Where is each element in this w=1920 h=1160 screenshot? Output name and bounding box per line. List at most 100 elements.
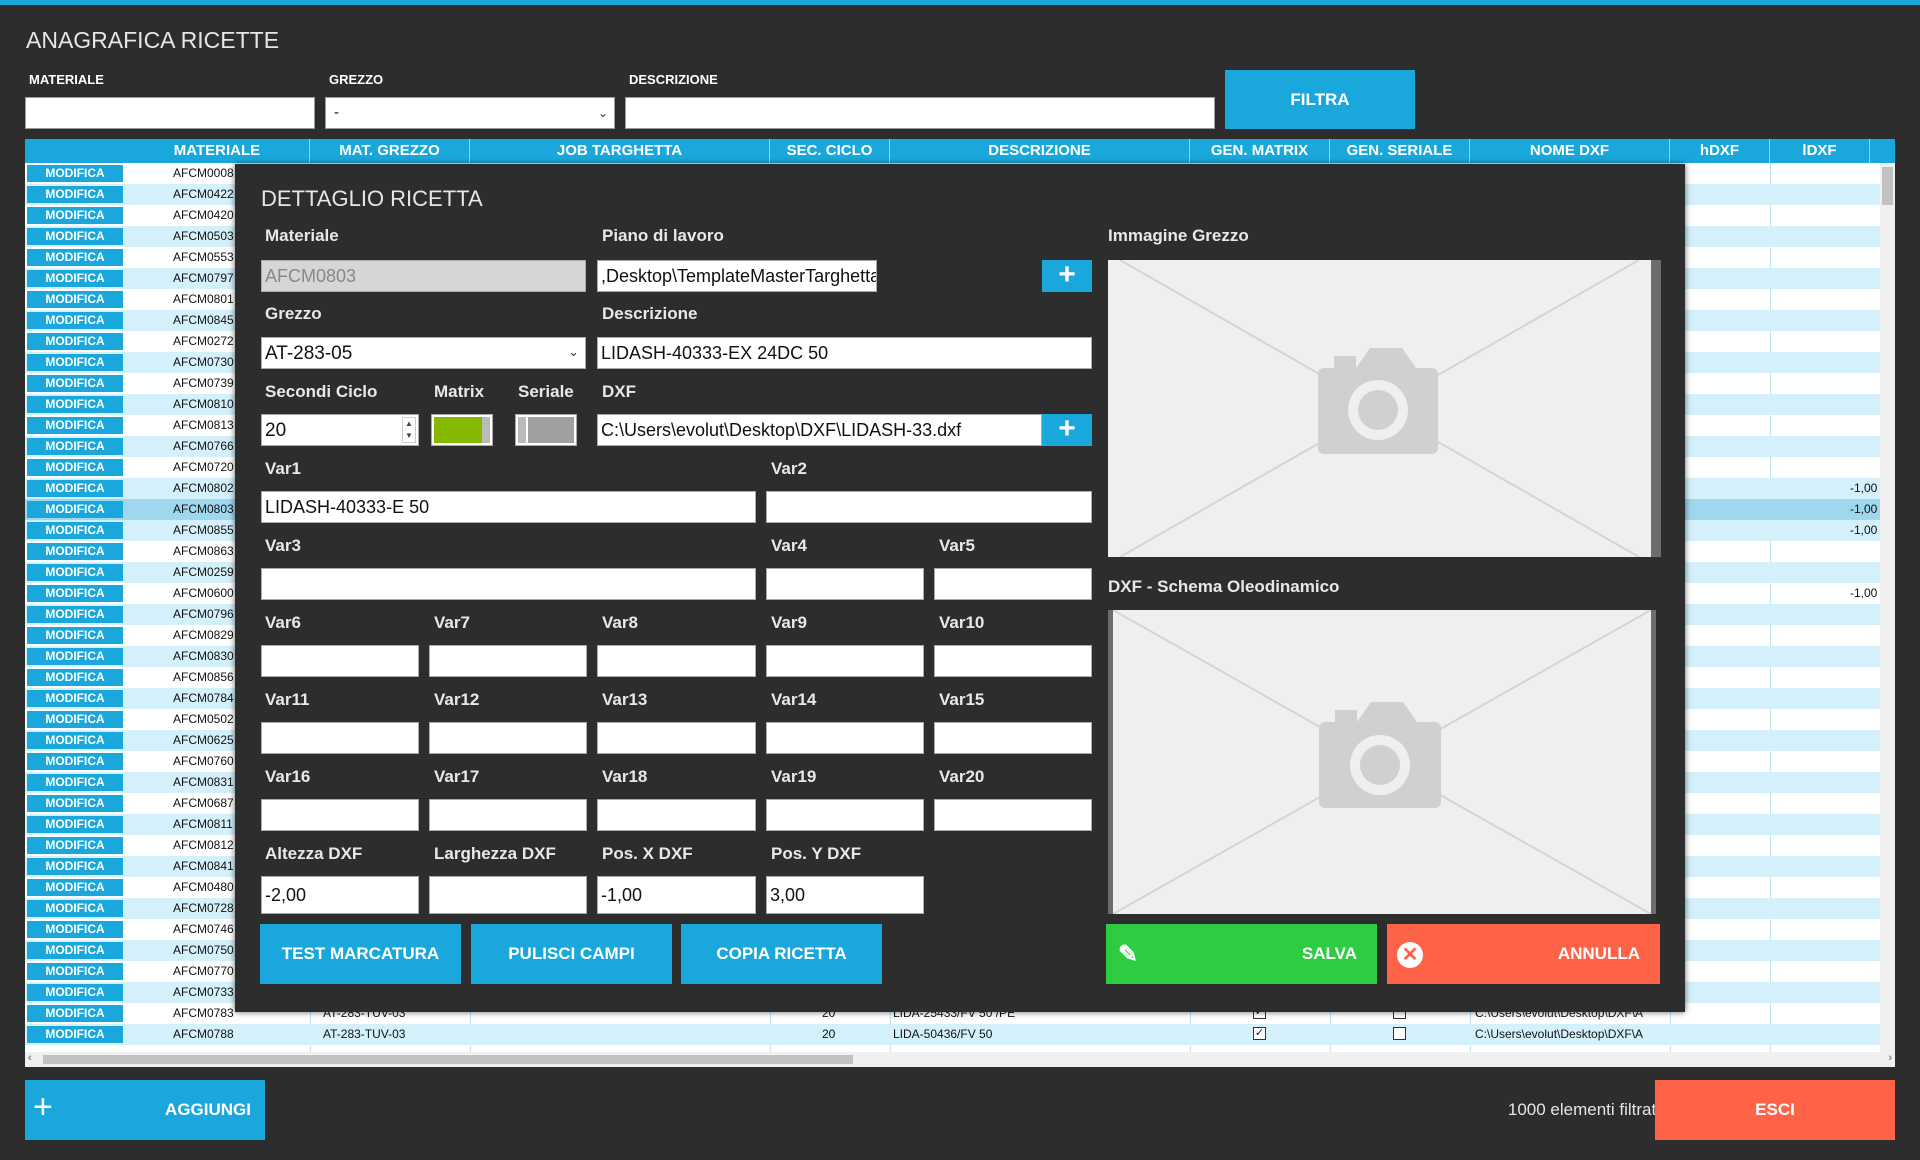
var14-field[interactable]	[766, 722, 924, 754]
modifica-button[interactable]: MODIFICA	[27, 690, 123, 707]
modifica-button[interactable]: MODIFICA	[27, 627, 123, 644]
dxf-field[interactable]: C:\Users\evolut\Desktop\DXF\LIDASH-33.dx…	[597, 414, 1042, 446]
var13-field[interactable]	[597, 722, 756, 754]
modifica-button[interactable]: MODIFICA	[27, 795, 123, 812]
modifica-button[interactable]: MODIFICA	[27, 1005, 123, 1022]
modifica-button[interactable]: MODIFICA	[27, 879, 123, 896]
copia-ricetta-button[interactable]: COPIA RICETTA	[681, 924, 882, 984]
modifica-button[interactable]: MODIFICA	[27, 753, 123, 770]
var12-field[interactable]	[429, 722, 587, 754]
matrix-toggle[interactable]	[431, 414, 493, 446]
grezzo-select[interactable]: AT-283-05 ⌄	[261, 337, 586, 369]
grezzo-filter-select[interactable]: - ⌄	[325, 97, 615, 129]
dxf-add-button[interactable]: +	[1042, 414, 1092, 446]
modifica-button[interactable]: MODIFICA	[27, 333, 123, 350]
piano-field[interactable]: ,Desktop\TemplateMasterTarghetta_NEW\AT-…	[597, 260, 877, 292]
posy-field[interactable]: 3,00	[766, 876, 924, 914]
salva-button[interactable]: ✎ SALVA	[1106, 924, 1377, 984]
dxf-schema-box[interactable]	[1108, 610, 1656, 914]
var1-field[interactable]: LIDASH-40333-E 50	[261, 491, 756, 523]
modifica-button[interactable]: MODIFICA	[27, 774, 123, 791]
modifica-button[interactable]: MODIFICA	[27, 564, 123, 581]
var4-field[interactable]	[766, 568, 924, 600]
modifica-button[interactable]: MODIFICA	[27, 165, 123, 182]
modifica-button[interactable]: MODIFICA	[27, 732, 123, 749]
column-header[interactable]: NOME DXF	[1470, 139, 1670, 163]
gen-matrix-checkbox[interactable]: ✓	[1253, 1027, 1266, 1040]
altezza-field[interactable]: -2,00	[261, 876, 419, 914]
seriale-toggle[interactable]	[515, 414, 577, 446]
descrizione-field[interactable]: LIDASH-40333-EX 24DC 50	[597, 337, 1092, 369]
var9-field[interactable]	[766, 645, 924, 677]
immagine-grezzo-box[interactable]	[1108, 260, 1661, 557]
test-marcatura-button[interactable]: TEST MARCATURA	[260, 924, 461, 984]
secondi-stepper[interactable]: 20 ▲ ▼	[261, 414, 419, 446]
modifica-button[interactable]: MODIFICA	[27, 522, 123, 539]
modifica-button[interactable]: MODIFICA	[27, 249, 123, 266]
posx-field[interactable]: -1,00	[597, 876, 756, 914]
descrizione-filter-input[interactable]	[625, 97, 1215, 129]
column-header[interactable]: JOB TARGHETTA	[470, 139, 770, 163]
var8-field[interactable]	[597, 645, 756, 677]
modifica-button[interactable]: MODIFICA	[27, 858, 123, 875]
modifica-button[interactable]: MODIFICA	[27, 354, 123, 371]
modifica-button[interactable]: MODIFICA	[27, 312, 123, 329]
modifica-button[interactable]: MODIFICA	[27, 417, 123, 434]
var20-field[interactable]	[934, 799, 1092, 831]
modifica-button[interactable]: MODIFICA	[27, 984, 123, 1001]
materiale-filter-input[interactable]	[25, 97, 315, 129]
var5-field[interactable]	[934, 568, 1092, 600]
var17-field[interactable]	[429, 799, 587, 831]
var19-field[interactable]	[766, 799, 924, 831]
column-header[interactable]: MATERIALE	[125, 139, 310, 163]
modifica-button[interactable]: MODIFICA	[27, 270, 123, 287]
table-row[interactable]: MODIFICA AFCM0788 AT-283-TUV-03 20 LIDA-5043…	[25, 1024, 1880, 1045]
modifica-button[interactable]: MODIFICA	[27, 501, 123, 518]
modifica-button[interactable]: MODIFICA	[27, 648, 123, 665]
modifica-button[interactable]: MODIFICA	[27, 606, 123, 623]
piano-add-button[interactable]: +	[1042, 260, 1092, 292]
scrollbar-thumb[interactable]	[43, 1055, 853, 1064]
var18-field[interactable]	[597, 799, 756, 831]
column-header[interactable]: lDXF	[1770, 139, 1870, 163]
esci-button[interactable]: ESCI	[1655, 1080, 1895, 1140]
modifica-button[interactable]: MODIFICA	[27, 942, 123, 959]
var15-field[interactable]	[934, 722, 1092, 754]
pulisci-campi-button[interactable]: PULISCI CAMPI	[471, 924, 672, 984]
modifica-button[interactable]: MODIFICA	[27, 543, 123, 560]
column-header[interactable]: GEN. SERIALE	[1330, 139, 1470, 163]
var3-field[interactable]	[261, 568, 756, 600]
filtra-button[interactable]: FILTRA	[1225, 70, 1415, 129]
modifica-button[interactable]: MODIFICA	[27, 438, 123, 455]
column-header[interactable]: DESCRIZIONE	[890, 139, 1190, 163]
var2-field[interactable]	[766, 491, 1092, 523]
var7-field[interactable]	[429, 645, 587, 677]
column-header[interactable]: MAT. GREZZO	[310, 139, 470, 163]
vertical-scrollbar[interactable]	[1880, 163, 1895, 1055]
modifica-button[interactable]: MODIFICA	[27, 816, 123, 833]
modifica-button[interactable]: MODIFICA	[27, 375, 123, 392]
var6-field[interactable]	[261, 645, 419, 677]
gen-seriale-checkbox[interactable]	[1393, 1027, 1406, 1040]
materiale-field[interactable]: AFCM0803	[261, 260, 586, 292]
larghezza-field[interactable]	[429, 876, 587, 914]
var11-field[interactable]	[261, 722, 419, 754]
var10-field[interactable]	[934, 645, 1092, 677]
scroll-left-icon[interactable]: ‹	[28, 1052, 32, 1064]
modifica-button[interactable]: MODIFICA	[27, 228, 123, 245]
annulla-button[interactable]: ✕ ANNULLA	[1387, 924, 1660, 984]
aggiungi-button[interactable]: + AGGIUNGI	[25, 1080, 265, 1140]
modifica-button[interactable]: MODIFICA	[27, 1026, 123, 1043]
scrollbar-thumb[interactable]	[1882, 167, 1893, 205]
column-header[interactable]: hDXF	[1670, 139, 1770, 163]
scroll-right-icon[interactable]: ›	[1888, 1052, 1892, 1064]
modifica-button[interactable]: MODIFICA	[27, 480, 123, 497]
var16-field[interactable]	[261, 799, 419, 831]
horizontal-scrollbar[interactable]: ‹ ›	[25, 1052, 1895, 1067]
modifica-button[interactable]: MODIFICA	[27, 186, 123, 203]
stepper-arrows-icon[interactable]: ▲ ▼	[402, 417, 416, 443]
modifica-button[interactable]: MODIFICA	[27, 711, 123, 728]
modifica-button[interactable]: MODIFICA	[27, 459, 123, 476]
modifica-button[interactable]: MODIFICA	[27, 921, 123, 938]
modifica-button[interactable]: MODIFICA	[27, 669, 123, 686]
